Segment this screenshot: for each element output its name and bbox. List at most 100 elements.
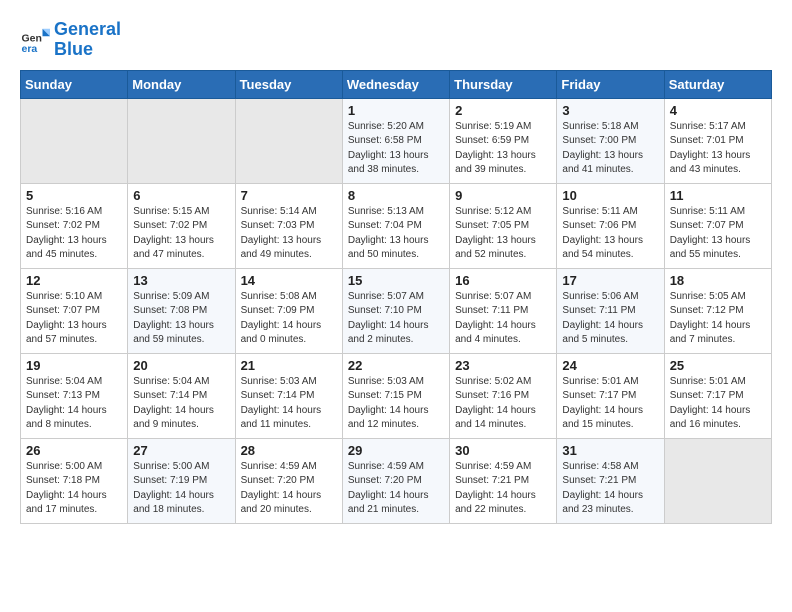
day-info: Sunrise: 5:10 AM Sunset: 7:07 PM Dayligh… [26,290,122,348]
day-number: 5 [26,188,122,203]
calendar-cell: 21 Sunrise: 5:03 AM Sunset: 7:14 PM Dayli… [235,353,342,438]
day-info: Sunrise: 5:11 AM Sunset: 7:07 PM Dayligh… [670,205,766,263]
calendar-cell [664,438,771,523]
calendar-cell: 30 Sunrise: 4:59 AM Sunset: 7:21 PM Dayli… [450,438,557,523]
day-info: Sunrise: 5:05 AM Sunset: 7:12 PM Dayligh… [670,290,766,348]
day-info: Sunrise: 4:59 AM Sunset: 7:20 PM Dayligh… [348,460,444,518]
weekday-header-wednesday: Wednesday [342,70,449,98]
day-info: Sunrise: 5:01 AM Sunset: 7:17 PM Dayligh… [562,375,658,433]
calendar-cell: 26 Sunrise: 5:00 AM Sunset: 7:18 PM Dayli… [21,438,128,523]
day-number: 4 [670,103,766,118]
calendar-cell: 20 Sunrise: 5:04 AM Sunset: 7:14 PM Dayli… [128,353,235,438]
day-info: Sunrise: 4:58 AM Sunset: 7:21 PM Dayligh… [562,460,658,518]
day-number: 28 [241,443,337,458]
calendar-cell: 23 Sunrise: 5:02 AM Sunset: 7:16 PM Dayli… [450,353,557,438]
day-info: Sunrise: 5:04 AM Sunset: 7:13 PM Dayligh… [26,375,122,433]
calendar-cell: 5 Sunrise: 5:16 AM Sunset: 7:02 PM Daylig… [21,183,128,268]
day-number: 1 [348,103,444,118]
day-info: Sunrise: 5:00 AM Sunset: 7:19 PM Dayligh… [133,460,229,518]
day-info: Sunrise: 5:02 AM Sunset: 7:16 PM Dayligh… [455,375,551,433]
calendar-cell: 31 Sunrise: 4:58 AM Sunset: 7:21 PM Dayli… [557,438,664,523]
day-info: Sunrise: 5:07 AM Sunset: 7:11 PM Dayligh… [455,290,551,348]
day-info: Sunrise: 5:00 AM Sunset: 7:18 PM Dayligh… [26,460,122,518]
day-number: 31 [562,443,658,458]
day-info: Sunrise: 5:12 AM Sunset: 7:05 PM Dayligh… [455,205,551,263]
day-info: Sunrise: 5:11 AM Sunset: 7:06 PM Dayligh… [562,205,658,263]
day-info: Sunrise: 5:14 AM Sunset: 7:03 PM Dayligh… [241,205,337,263]
weekday-header-tuesday: Tuesday [235,70,342,98]
day-number: 19 [26,358,122,373]
calendar-cell: 15 Sunrise: 5:07 AM Sunset: 7:10 PM Dayli… [342,268,449,353]
page-header: Gen era General Blue [20,20,772,60]
calendar-cell: 7 Sunrise: 5:14 AM Sunset: 7:03 PM Daylig… [235,183,342,268]
calendar-cell: 28Sunrise: 4:59 AM Sunset: 7:20 PM Dayli… [235,438,342,523]
day-number: 10 [562,188,658,203]
day-number: 30 [455,443,551,458]
calendar-week-row: 12 Sunrise: 5:10 AM Sunset: 7:07 PM Dayli… [21,268,772,353]
day-number: 20 [133,358,229,373]
day-info: Sunrise: 5:03 AM Sunset: 7:14 PM Dayligh… [241,375,337,433]
day-number: 27 [133,443,229,458]
day-number: 17 [562,273,658,288]
weekday-header-thursday: Thursday [450,70,557,98]
day-number: 12 [26,273,122,288]
day-info: Sunrise: 5:07 AM Sunset: 7:10 PM Dayligh… [348,290,444,348]
calendar-week-row: 1 Sunrise: 5:20 AM Sunset: 6:58 PM Daylig… [21,98,772,183]
calendar-table: SundayMondayTuesdayWednesdayThursdayFrid… [20,70,772,524]
weekday-header-monday: Monday [128,70,235,98]
calendar-cell: 3Sunrise: 5:18 AM Sunset: 7:00 PM Daylig… [557,98,664,183]
calendar-cell: 6Sunrise: 5:15 AM Sunset: 7:02 PM Daylig… [128,183,235,268]
weekday-header-saturday: Saturday [664,70,771,98]
logo-icon: Gen era [20,25,50,55]
day-info: Sunrise: 5:01 AM Sunset: 7:17 PM Dayligh… [670,375,766,433]
logo-name: General Blue [54,20,121,60]
day-number: 29 [348,443,444,458]
day-info: Sunrise: 4:59 AM Sunset: 7:21 PM Dayligh… [455,460,551,518]
day-info: Sunrise: 5:15 AM Sunset: 7:02 PM Dayligh… [133,205,229,263]
day-number: 22 [348,358,444,373]
calendar-cell [128,98,235,183]
day-number: 15 [348,273,444,288]
day-number: 26 [26,443,122,458]
day-number: 2 [455,103,551,118]
day-info: Sunrise: 5:16 AM Sunset: 7:02 PM Dayligh… [26,205,122,263]
weekday-header-row: SundayMondayTuesdayWednesdayThursdayFrid… [21,70,772,98]
day-number: 9 [455,188,551,203]
weekday-header-sunday: Sunday [21,70,128,98]
svg-text:era: era [22,43,38,55]
day-number: 21 [241,358,337,373]
day-number: 18 [670,273,766,288]
day-number: 7 [241,188,337,203]
calendar-cell [235,98,342,183]
day-info: Sunrise: 5:04 AM Sunset: 7:14 PM Dayligh… [133,375,229,433]
calendar-cell: 16Sunrise: 5:07 AM Sunset: 7:11 PM Dayli… [450,268,557,353]
calendar-cell: 27 Sunrise: 5:00 AM Sunset: 7:19 PM Dayli… [128,438,235,523]
weekday-header-friday: Friday [557,70,664,98]
day-number: 8 [348,188,444,203]
day-info: Sunrise: 5:03 AM Sunset: 7:15 PM Dayligh… [348,375,444,433]
calendar-cell: 11 Sunrise: 5:11 AM Sunset: 7:07 PM Dayli… [664,183,771,268]
calendar-cell: 24 Sunrise: 5:01 AM Sunset: 7:17 PM Dayli… [557,353,664,438]
calendar-week-row: 19 Sunrise: 5:04 AM Sunset: 7:13 PM Dayli… [21,353,772,438]
calendar-cell: 17 Sunrise: 5:06 AM Sunset: 7:11 PM Dayli… [557,268,664,353]
calendar-cell: 10 Sunrise: 5:11 AM Sunset: 7:06 PM Dayli… [557,183,664,268]
day-info: Sunrise: 5:17 AM Sunset: 7:01 PM Dayligh… [670,120,766,178]
day-number: 23 [455,358,551,373]
day-info: Sunrise: 5:09 AM Sunset: 7:08 PM Dayligh… [133,290,229,348]
calendar-cell: 2Sunrise: 5:19 AM Sunset: 6:59 PM Daylig… [450,98,557,183]
day-number: 14 [241,273,337,288]
logo: Gen era General Blue [20,20,121,60]
day-number: 24 [562,358,658,373]
day-info: Sunrise: 5:06 AM Sunset: 7:11 PM Dayligh… [562,290,658,348]
day-info: Sunrise: 5:08 AM Sunset: 7:09 PM Dayligh… [241,290,337,348]
calendar-cell: 8Sunrise: 5:13 AM Sunset: 7:04 PM Daylig… [342,183,449,268]
calendar-cell: 12 Sunrise: 5:10 AM Sunset: 7:07 PM Dayli… [21,268,128,353]
day-info: Sunrise: 5:20 AM Sunset: 6:58 PM Dayligh… [348,120,444,178]
calendar-cell: 25Sunrise: 5:01 AM Sunset: 7:17 PM Dayli… [664,353,771,438]
calendar-cell: 18 Sunrise: 5:05 AM Sunset: 7:12 PM Dayli… [664,268,771,353]
calendar-cell [21,98,128,183]
calendar-cell: 4 Sunrise: 5:17 AM Sunset: 7:01 PM Daylig… [664,98,771,183]
day-number: 13 [133,273,229,288]
calendar-cell: 29 Sunrise: 4:59 AM Sunset: 7:20 PM Dayli… [342,438,449,523]
day-number: 11 [670,188,766,203]
